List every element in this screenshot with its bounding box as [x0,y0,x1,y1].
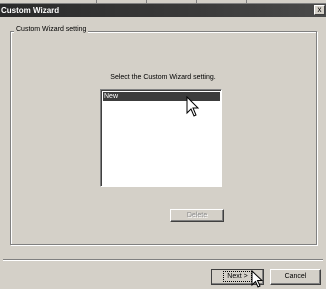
custom-wizard-list[interactable]: New [100,89,222,187]
instruction-text: Select the Custom Wizard setting. [110,74,216,81]
list-item-new[interactable]: New [103,92,220,101]
screen: Custom Wizard x Custom Wizard setting Se… [0,0,326,289]
title-bar[interactable]: Custom Wizard x [0,4,326,17]
window-title: Custom Wizard [1,6,60,15]
separator [3,259,323,261]
next-button-label: Next > [223,271,252,282]
delete-button[interactable]: Delete [170,209,224,222]
custom-wizard-dialog: Custom Wizard x Custom Wizard setting Se… [0,4,326,289]
close-icon: x [317,5,322,14]
group-legend: Custom Wizard setting [14,25,89,35]
cancel-button[interactable]: Cancel [270,269,321,285]
mouse-pointer-icon [186,96,200,117]
close-button[interactable]: x [314,5,325,15]
mouse-pointer-icon [251,270,264,288]
